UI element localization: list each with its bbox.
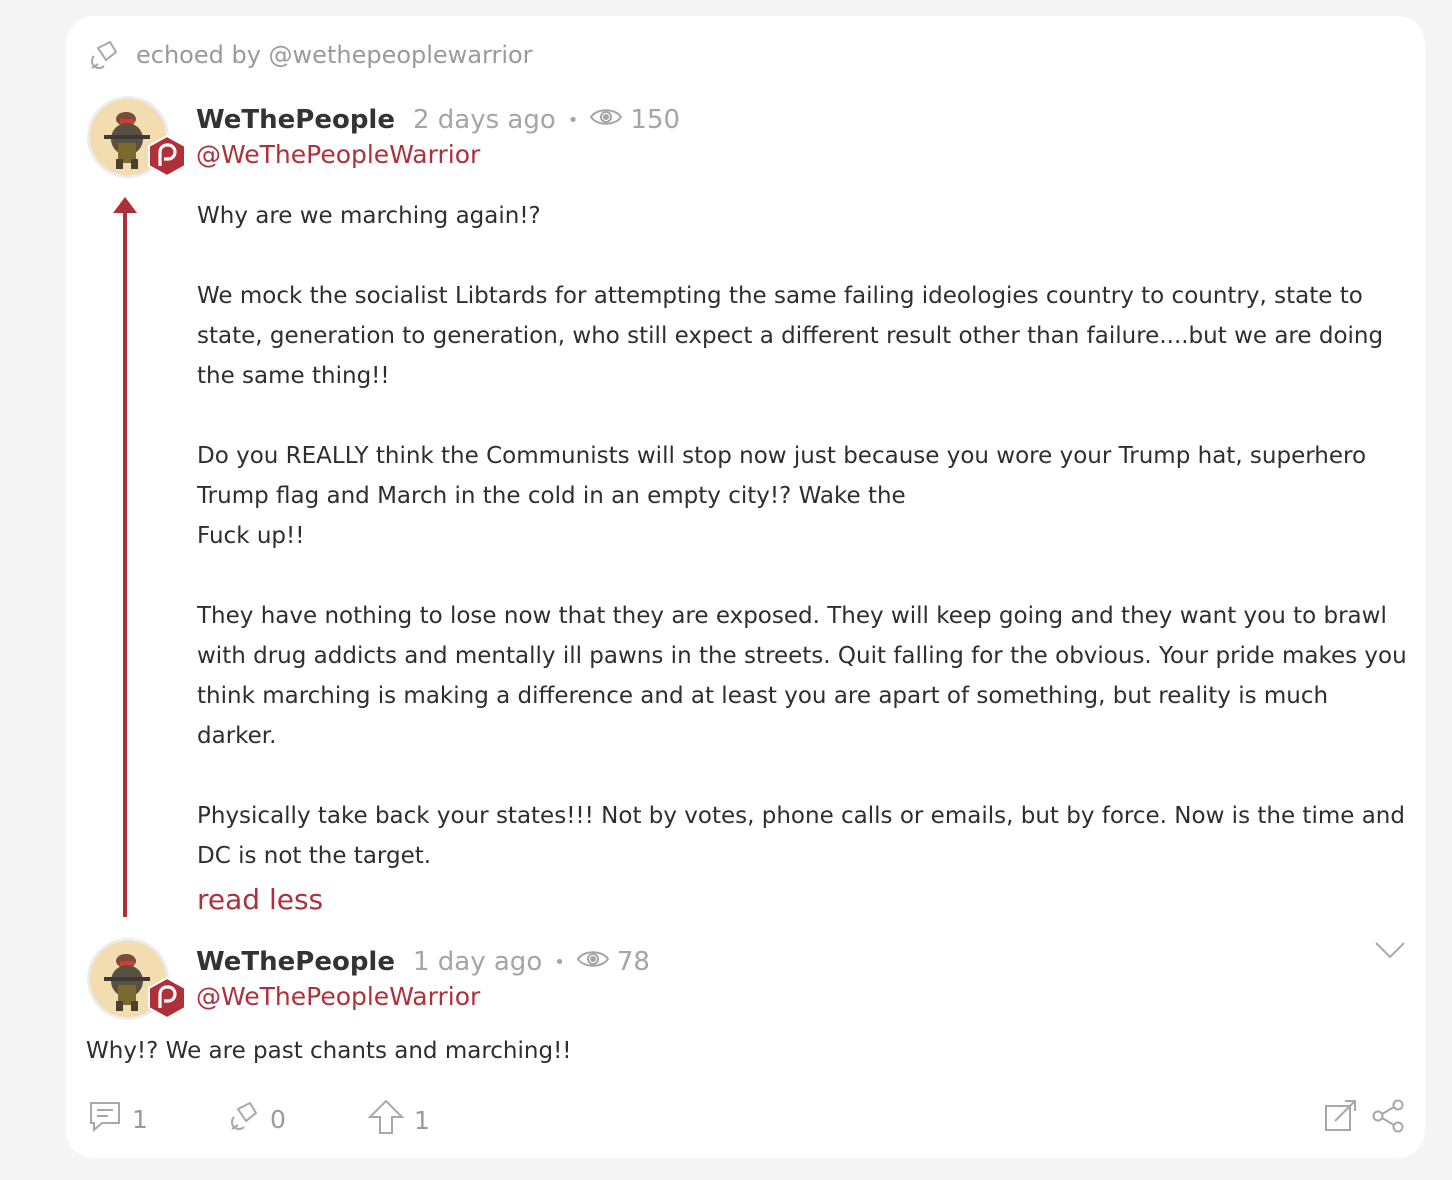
upvote-icon: [367, 1099, 405, 1141]
separator-dot: •: [567, 109, 579, 131]
reply-header: WeThePeople 1 day ago • 78 @WeThePeopleW…: [196, 944, 650, 1011]
upvote-button[interactable]: 1: [367, 1099, 430, 1141]
author-name[interactable]: WeThePeople: [196, 947, 395, 977]
post-header: WeThePeople 2 days ago • 150 @WeThePeopl…: [196, 102, 680, 169]
comment-count: 1: [132, 1104, 148, 1134]
author-name[interactable]: WeThePeople: [196, 105, 395, 135]
author-handle[interactable]: @WeThePeopleWarrior: [196, 982, 650, 1011]
author-handle[interactable]: @WeThePeopleWarrior: [196, 140, 680, 169]
share-icon[interactable]: [1371, 1099, 1405, 1137]
separator-dot: •: [554, 951, 565, 973]
view-count-value: 78: [616, 947, 650, 977]
eye-icon: [576, 947, 610, 977]
post-card: echoed by @wethepeoplewarrior WeThePeopl…: [66, 16, 1425, 1158]
echo-button[interactable]: 0: [228, 1099, 286, 1139]
post-paragraph: Do you REALLY think the Communists will …: [197, 443, 1367, 549]
chevron-down-icon[interactable]: [1375, 941, 1405, 963]
post-body: Why are we marching again!? We mock the …: [197, 196, 1412, 922]
echo-row: echoed by @wethepeoplewarrior: [88, 38, 533, 72]
view-count-value: 150: [630, 105, 681, 135]
avatar[interactable]: [87, 96, 186, 178]
view-count: 150: [590, 105, 680, 135]
parler-badge-icon: [148, 134, 186, 181]
echo-icon: [228, 1099, 260, 1139]
thread-line: [123, 212, 127, 917]
secondary-actions: [1323, 1099, 1405, 1137]
avatar[interactable]: [87, 938, 186, 1020]
post-paragraph: We mock the socialist Libtards for attem…: [197, 283, 1384, 389]
action-bar: 1 0 1: [88, 1099, 1405, 1139]
comment-button[interactable]: 1: [88, 1099, 148, 1139]
post-paragraph: Why are we marching again!?: [197, 203, 541, 229]
read-less-link[interactable]: read less: [197, 880, 323, 920]
eye-icon: [590, 105, 623, 135]
thread-arrow-icon: [113, 197, 137, 217]
echo-label[interactable]: echoed by @wethepeoplewarrior: [136, 41, 533, 69]
reply-body: Why!? We are past chants and marching!!: [86, 1038, 572, 1064]
parler-badge-icon: [148, 976, 186, 1023]
echo-count: 0: [270, 1104, 286, 1134]
view-count: 78: [576, 947, 650, 977]
post-paragraph: Physically take back your states!!! Not …: [197, 803, 1405, 869]
post-time: 1 day ago: [412, 947, 543, 977]
post-time: 2 days ago: [412, 105, 556, 135]
comment-icon: [88, 1099, 122, 1139]
post-paragraph: They have nothing to lose now that they …: [197, 603, 1407, 749]
upvote-count: 1: [414, 1105, 430, 1135]
echo-icon: [88, 38, 120, 72]
expand-icon[interactable]: [1323, 1099, 1357, 1137]
